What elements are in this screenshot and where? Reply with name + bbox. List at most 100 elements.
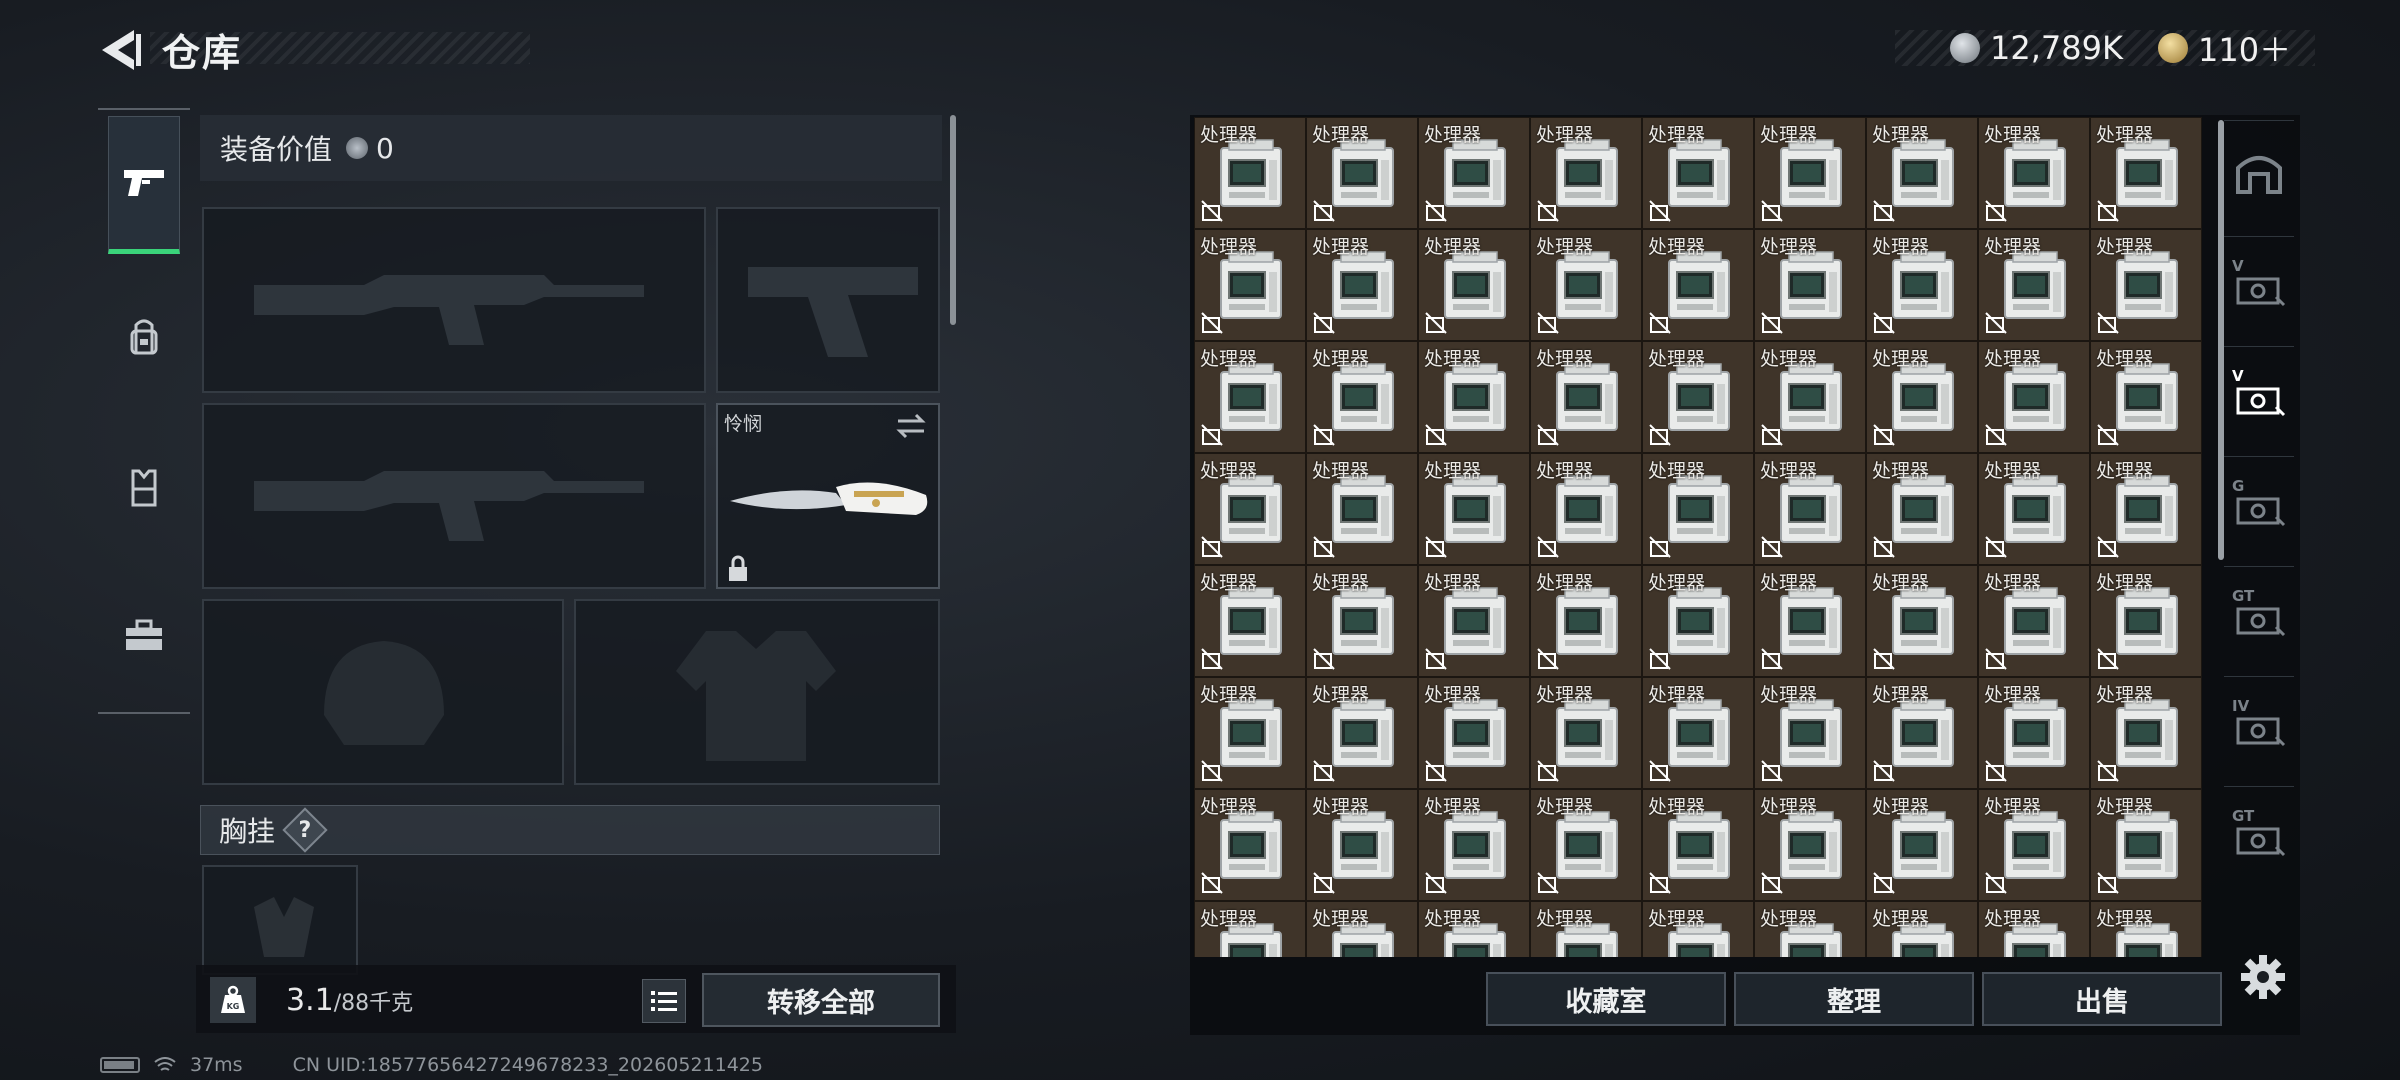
inventory-item[interactable]: 处理器 [1194,453,1306,565]
chest-rig-slot[interactable] [202,865,358,975]
equipment-scrollbar[interactable] [950,115,956,325]
collection-room-button[interactable]: 收藏室 [1486,972,1726,1026]
inventory-item[interactable]: 处理器 [1194,677,1306,789]
filter-2[interactable]: V [2224,346,2294,446]
back-button[interactable] [96,24,144,76]
filter-5[interactable]: IV [2224,676,2294,776]
inventory-item[interactable]: 处理器 [1194,229,1306,341]
inventory-item[interactable]: 处理器 [1754,117,1866,229]
inventory-item[interactable]: 处理器 [1754,229,1866,341]
inventory-item[interactable]: 处理器 [1530,117,1642,229]
inventory-item[interactable]: 处理器 [1642,789,1754,901]
category-backpack[interactable] [108,268,180,406]
inventory-item[interactable]: 处理器 [1866,565,1978,677]
inventory-item[interactable]: 处理器 [2090,117,2202,229]
inventory-item[interactable]: 处理器 [1978,901,2090,957]
primary-weapon-slot-2[interactable] [202,403,706,589]
inventory-item[interactable]: 处理器 [1866,901,1978,957]
inventory-item[interactable]: 处理器 [1978,229,2090,341]
inventory-item[interactable]: 处理器 [1978,789,2090,901]
inventory-item[interactable]: 处理器 [1642,901,1754,957]
list-view-button[interactable] [642,979,686,1023]
sell-button[interactable]: 出售 [1982,972,2222,1026]
organize-button[interactable]: 整理 [1734,972,1974,1026]
category-toolbox[interactable] [108,566,180,704]
inventory-item[interactable]: 处理器 [1866,453,1978,565]
inventory-item[interactable]: 处理器 [1754,453,1866,565]
inventory-item[interactable]: 处理器 [2090,229,2202,341]
inventory-item[interactable]: 处理器 [1866,341,1978,453]
inventory-item[interactable]: 处理器 [1754,565,1866,677]
category-vest[interactable] [108,418,180,556]
filter-6[interactable]: GT [2224,786,2294,886]
inventory-item[interactable]: 处理器 [2090,453,2202,565]
inventory-item[interactable]: 处理器 [1418,565,1530,677]
inventory-item[interactable]: 处理器 [1418,789,1530,901]
inventory-item[interactable]: 处理器 [1530,453,1642,565]
inventory-item[interactable]: 处理器 [1194,565,1306,677]
inventory-item[interactable]: 处理器 [1978,341,2090,453]
inventory-item[interactable]: 处理器 [1194,789,1306,901]
help-button[interactable]: ? [282,807,328,853]
settings-button[interactable] [2238,952,2288,1002]
inventory-item[interactable]: 处理器 [1194,117,1306,229]
inventory-item[interactable]: 处理器 [1418,229,1530,341]
inventory-item[interactable]: 处理器 [1866,789,1978,901]
inventory-item[interactable]: 处理器 [1642,341,1754,453]
inventory-item[interactable]: 处理器 [1418,117,1530,229]
inventory-item[interactable]: 处理器 [1754,901,1866,957]
currency-secondary[interactable]: 110＋ [2158,26,2291,70]
inventory-item[interactable]: 处理器 [1754,789,1866,901]
inventory-item[interactable]: 处理器 [1306,117,1418,229]
filter-1[interactable]: V [2224,236,2294,336]
melee-slot[interactable]: 怜悯 [716,403,940,589]
inventory-item[interactable]: 处理器 [1306,453,1418,565]
inventory-item[interactable]: 处理器 [1194,901,1306,957]
inventory-item[interactable]: 处理器 [1530,789,1642,901]
filter-0[interactable] [2224,120,2294,220]
inventory-item[interactable]: 处理器 [1306,341,1418,453]
inventory-item[interactable]: 处理器 [1866,229,1978,341]
inventory-item[interactable]: 处理器 [1642,453,1754,565]
inventory-item[interactable]: 处理器 [1754,677,1866,789]
inventory-item[interactable]: 处理器 [1866,117,1978,229]
inventory-item[interactable]: 处理器 [1418,677,1530,789]
filter-4[interactable]: GT [2224,566,2294,666]
inventory-item[interactable]: 处理器 [1642,229,1754,341]
inventory-item[interactable]: 处理器 [2090,341,2202,453]
inventory-item[interactable]: 处理器 [1418,453,1530,565]
armor-slot[interactable] [574,599,940,785]
inventory-item[interactable]: 处理器 [1754,341,1866,453]
inventory-item[interactable]: 处理器 [2090,565,2202,677]
inventory-item[interactable]: 处理器 [1978,117,2090,229]
sidearm-slot[interactable] [716,207,940,393]
inventory-item[interactable]: 处理器 [1642,565,1754,677]
helmet-slot[interactable] [202,599,564,785]
inventory-item[interactable]: 处理器 [1642,117,1754,229]
inventory-item[interactable]: 处理器 [2090,789,2202,901]
inventory-item[interactable]: 处理器 [1530,901,1642,957]
inventory-item[interactable]: 处理器 [1418,341,1530,453]
inventory-item[interactable]: 处理器 [1306,901,1418,957]
inventory-item[interactable]: 处理器 [1530,341,1642,453]
inventory-item[interactable]: 处理器 [1306,789,1418,901]
inventory-item[interactable]: 处理器 [2090,677,2202,789]
inventory-item[interactable]: 处理器 [1642,677,1754,789]
inventory-item[interactable]: 处理器 [1530,229,1642,341]
inventory-item[interactable]: 处理器 [1530,565,1642,677]
swap-icon[interactable] [894,411,928,441]
inventory-item[interactable]: 处理器 [1306,229,1418,341]
inventory-item[interactable]: 处理器 [1978,677,2090,789]
primary-weapon-slot-1[interactable] [202,207,706,393]
inventory-item[interactable]: 处理器 [1978,565,2090,677]
category-weapons[interactable] [108,116,180,254]
inventory-item[interactable]: 处理器 [1306,677,1418,789]
inventory-item[interactable]: 处理器 [1530,677,1642,789]
transfer-all-button[interactable]: 转移全部 [702,973,940,1027]
inventory-item[interactable]: 处理器 [1866,677,1978,789]
inventory-item[interactable]: 处理器 [1978,453,2090,565]
filter-3[interactable]: G [2224,456,2294,556]
inventory-item[interactable]: 处理器 [1194,341,1306,453]
inventory-item[interactable]: 处理器 [1418,901,1530,957]
inventory-item[interactable]: 处理器 [1306,565,1418,677]
